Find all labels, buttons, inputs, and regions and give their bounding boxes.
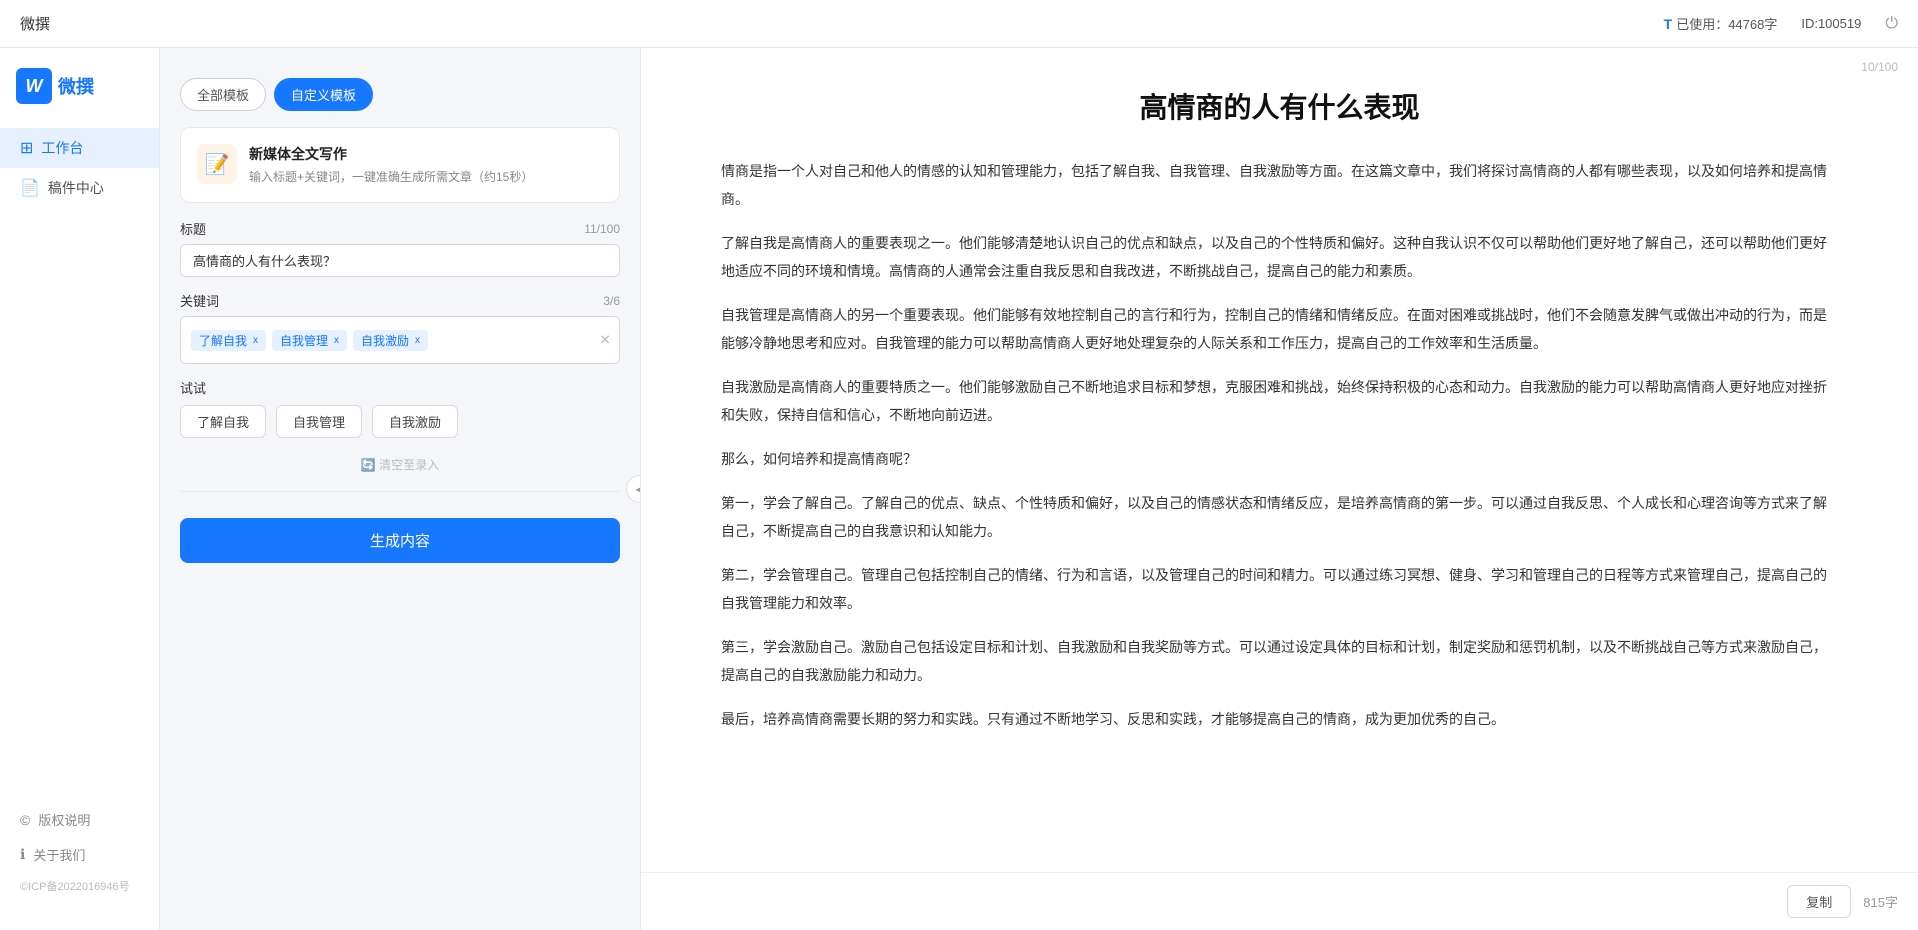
sidebar-nav: ⊞ 工作台 📄 稿件中心 <box>0 128 159 802</box>
drafts-icon: 📄 <box>20 178 40 198</box>
topbar-title: 微撰 <box>20 13 50 34</box>
keyword-counter: 3/6 <box>603 294 620 308</box>
logo-letter: W <box>26 76 43 97</box>
article-counter: 10/100 <box>1861 60 1898 74</box>
sidebar-item-workspace-label: 工作台 <box>41 138 83 158</box>
app-layout: W 微撰 ⊞ 工作台 📄 稿件中心 © 版权说明 ℹ 关于我们 ©ICP备202 <box>0 48 1918 930</box>
chip-understand-self[interactable]: 了解自我 <box>180 405 266 438</box>
article-paragraph-6: 第二，学会管理自己。管理自己包括控制自己的情绪、行为和言语，以及管理自己的时间和… <box>721 561 1838 617</box>
tags-container[interactable]: 了解自我 x 自我管理 x 自我激励 x ✕ <box>180 316 620 364</box>
usage-icon: T <box>1664 16 1673 32</box>
tool-card-desc: 输入标题+关键词，一键准确生成所需文章（约15秒） <box>249 168 603 186</box>
form-section: 标题 11/100 关键词 3/6 了解自我 x <box>180 219 620 563</box>
sidebar-bottom: © 版权说明 ℹ 关于我们 ©ICP备2022016946号 <box>0 802 159 910</box>
workspace-icon: ⊞ <box>20 138 33 158</box>
sidebar-item-copyright-label: 版权说明 <box>38 810 90 829</box>
right-panel: 10/100 高情商的人有什么表现 情商是指一个人对自己和他人的情感的认知和管理… <box>641 48 1918 930</box>
article-paragraph-4: 那么，如何培养和提高情商呢？ <box>721 445 1838 473</box>
keyword-label: 关键词 <box>180 291 219 310</box>
title-label: 标题 <box>180 219 206 238</box>
tool-card[interactable]: 📝 新媒体全文写作 输入标题+关键词，一键准确生成所需文章（约15秒） <box>180 127 620 203</box>
article-paragraph-1: 了解自我是高情商人的重要表现之一。他们能够清楚地认识自己的优点和缺点，以及自己的… <box>721 229 1838 285</box>
copy-button[interactable]: 复制 <box>1787 885 1851 918</box>
tag-self-motivation-label: 自我激励 <box>361 332 409 349</box>
article-paragraph-8: 最后，培养高情商需要长期的努力和实践。只有通过不断地学习、反思和实践，才能够提高… <box>721 705 1838 733</box>
chip-self-motivation[interactable]: 自我激励 <box>372 405 458 438</box>
icp-text: ©ICP备2022016946号 <box>0 872 159 900</box>
sidebar-item-drafts-label: 稿件中心 <box>48 178 104 198</box>
topbar: 微撰 T 已使用：44768字 ID:100519 ⏻ <box>0 0 1918 48</box>
tool-card-title: 新媒体全文写作 <box>249 144 603 164</box>
trial-section: 试试 了解自我 自我管理 自我激励 <box>180 378 620 438</box>
power-icon: ⏻ <box>1885 15 1898 33</box>
tag-understand-self-close[interactable]: x <box>253 335 258 346</box>
keyword-label-row: 关键词 3/6 <box>180 291 620 310</box>
article-body: 情商是指一个人对自己和他人的情感的认知和管理能力，包括了解自我、自我管理、自我激… <box>721 157 1838 733</box>
logo-icon: W <box>16 68 52 104</box>
article-paragraph-0: 情商是指一个人对自己和他人的情感的认知和管理能力，包括了解自我、自我管理、自我激… <box>721 157 1838 213</box>
power-button[interactable]: ⏻ <box>1885 15 1898 33</box>
chip-self-management[interactable]: 自我管理 <box>276 405 362 438</box>
topbar-right: T 已使用：44768字 ID:100519 ⏻ <box>1664 14 1898 33</box>
copyright-icon: © <box>20 812 30 828</box>
article-paragraph-3: 自我激励是高情商人的重要特质之一。他们能够激励自己不断地追求目标和梦想，克服困难… <box>721 373 1838 429</box>
keyword-field-group: 关键词 3/6 了解自我 x 自我管理 x 自我激励 <box>180 291 620 364</box>
usage-info: T 已使用：44768字 <box>1664 14 1778 33</box>
clear-hint[interactable]: 🔄 清空至录入 <box>180 456 620 473</box>
tag-understand-self[interactable]: 了解自我 x <box>191 330 266 351</box>
id-label: ID:100519 <box>1801 16 1861 31</box>
tool-card-info: 新媒体全文写作 输入标题+关键词，一键准确生成所需文章（约15秒） <box>249 144 603 186</box>
word-count: 815字 <box>1863 892 1898 911</box>
topbar-left: 微撰 <box>20 13 50 34</box>
sidebar-logo: W 微撰 <box>0 68 159 128</box>
tag-self-motivation[interactable]: 自我激励 x <box>353 330 428 351</box>
logo-text: 微撰 <box>58 73 94 99</box>
sidebar-item-about[interactable]: ℹ 关于我们 <box>0 837 159 872</box>
sidebar-item-copyright[interactable]: © 版权说明 <box>0 802 159 837</box>
left-panel: 全部模板 自定义模板 📝 新媒体全文写作 输入标题+关键词，一键准确生成所需文章… <box>160 48 640 930</box>
title-counter: 11/100 <box>584 222 620 236</box>
tag-self-management-label: 自我管理 <box>280 332 328 349</box>
usage-label: 已使用：44768字 <box>1676 14 1777 33</box>
generate-button[interactable]: 生成内容 <box>180 518 620 563</box>
template-tabs: 全部模板 自定义模板 <box>180 78 620 111</box>
article-paragraph-7: 第三，学会激励自己。激励自己包括设定目标和计划、自我激励和自我奖励等方式。可以通… <box>721 633 1838 689</box>
title-label-row: 标题 11/100 <box>180 219 620 238</box>
title-input[interactable] <box>180 244 620 277</box>
sidebar: W 微撰 ⊞ 工作台 📄 稿件中心 © 版权说明 ℹ 关于我们 ©ICP备202 <box>0 48 160 930</box>
id-info: ID:100519 <box>1801 16 1861 31</box>
sidebar-item-drafts[interactable]: 📄 稿件中心 <box>0 168 159 208</box>
sidebar-item-about-label: 关于我们 <box>33 845 85 864</box>
about-icon: ℹ <box>20 846 25 863</box>
tab-custom[interactable]: 自定义模板 <box>274 78 373 111</box>
main-content: 全部模板 自定义模板 📝 新媒体全文写作 输入标题+关键词，一键准确生成所需文章… <box>160 48 1918 930</box>
article-container[interactable]: 10/100 高情商的人有什么表现 情商是指一个人对自己和他人的情感的认知和管理… <box>641 48 1918 872</box>
article-paragraph-5: 第一，学会了解自己。了解自己的优点、缺点、个性特质和偏好，以及自己的情感状态和情… <box>721 489 1838 545</box>
tag-self-management[interactable]: 自我管理 x <box>272 330 347 351</box>
tool-card-icon: 📝 <box>197 144 237 184</box>
title-field-group: 标题 11/100 <box>180 219 620 277</box>
article-paragraph-2: 自我管理是高情商人的另一个重要表现。他们能够有效地控制自己的言行和行为，控制自己… <box>721 301 1838 357</box>
form-divider <box>180 491 620 492</box>
tag-understand-self-label: 了解自我 <box>199 332 247 349</box>
tag-self-motivation-close[interactable]: x <box>415 335 420 346</box>
collapse-arrow[interactable]: ◀ <box>626 475 640 503</box>
suggestion-chips: 了解自我 自我管理 自我激励 <box>180 405 620 438</box>
tags-clear-button[interactable]: ✕ <box>599 332 611 349</box>
tab-all[interactable]: 全部模板 <box>180 78 266 111</box>
article-bottom-bar: 复制 815字 <box>641 872 1918 930</box>
article-title: 高情商的人有什么表现 <box>721 88 1838 127</box>
trial-label: 试试 <box>180 378 620 397</box>
tag-self-management-close[interactable]: x <box>334 335 339 346</box>
sidebar-item-workspace[interactable]: ⊞ 工作台 <box>0 128 159 168</box>
